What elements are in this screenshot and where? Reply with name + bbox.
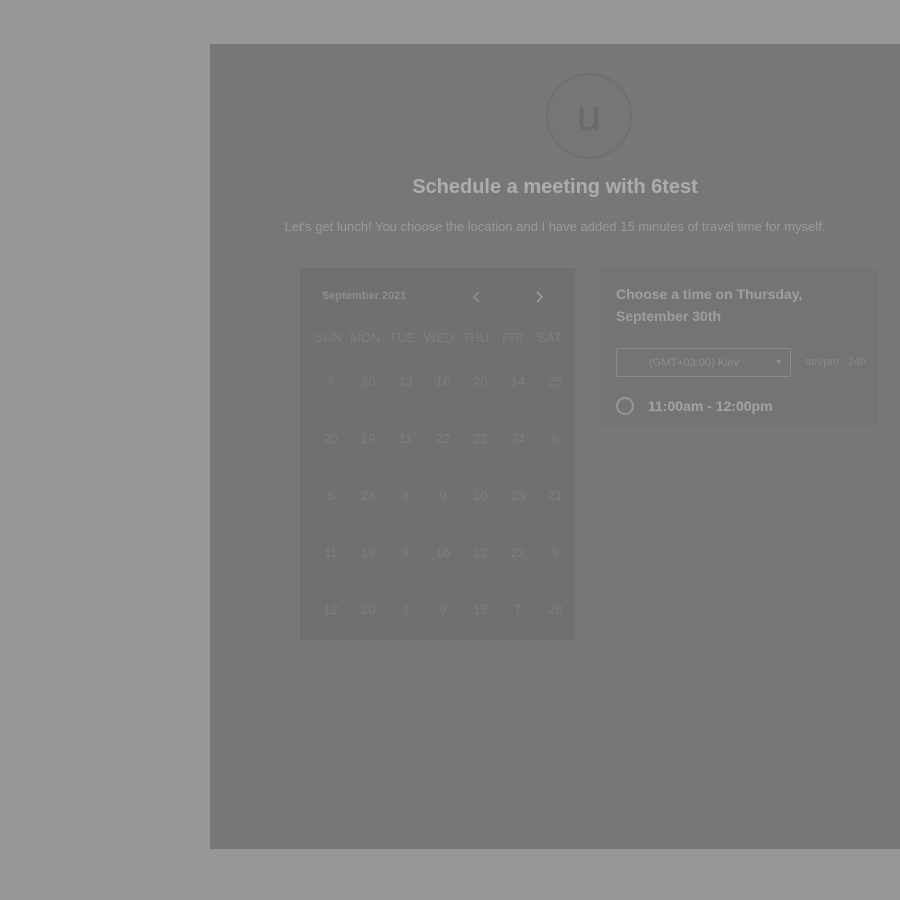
chevron-right-icon <box>536 291 544 303</box>
page-title: Schedule a meeting with 6test <box>412 176 698 198</box>
scheduling-panel: u Schedule a meeting with 6test Let's ge… <box>210 44 900 849</box>
page-description: Let's get lunch! You choose the location… <box>284 219 826 234</box>
calendar-day[interactable]: 22 <box>424 410 461 467</box>
calendar-day[interactable]: 15 <box>462 581 499 638</box>
radio-icon[interactable] <box>616 397 634 415</box>
weekday-label: TUE <box>389 330 416 345</box>
weekday-label: MON <box>350 330 381 345</box>
format-12h-option[interactable]: am/pm <box>805 356 839 368</box>
time-format-toggle: am/pm 24h <box>805 356 866 368</box>
calendar-day[interactable]: 16 <box>424 524 461 581</box>
calendar-day[interactable]: 20 <box>349 581 386 638</box>
calendar-day[interactable]: 19 <box>349 410 386 467</box>
weekday-label: FRI <box>502 330 524 345</box>
timezone-value: (GMT+03:00) Kiev <box>649 356 740 369</box>
weekday-label: WED <box>423 330 455 345</box>
calendar-day[interactable]: 9 <box>424 467 461 524</box>
calendar-day[interactable]: 22 <box>462 410 499 467</box>
calendar-day[interactable]: 9 <box>387 524 424 581</box>
calendar-day[interactable]: 6 <box>537 410 574 467</box>
calendar-day[interactable]: 24 <box>349 467 386 524</box>
weekday-label: SUN <box>314 330 343 345</box>
calendar-day[interactable]: 19 <box>349 524 386 581</box>
time-slot-label: 11:00am - 12:00pm <box>648 398 773 414</box>
calendar-day[interactable]: 25 <box>537 353 574 410</box>
calendar-day[interactable]: 22 <box>499 524 536 581</box>
next-month-button[interactable] <box>528 286 550 308</box>
chevron-left-icon <box>472 291 480 303</box>
weekday-label: SAT <box>537 330 562 345</box>
day-grid: 7 20 13 16 20 14 25 20 19 11 22 22 24 6 … <box>312 353 574 638</box>
calendar-day[interactable]: 20 <box>462 353 499 410</box>
calendar-day[interactable]: 10 <box>462 467 499 524</box>
calendar-day[interactable]: 11 <box>312 524 349 581</box>
month-label: September 2021 <box>322 290 407 302</box>
calendar-day[interactable]: 20 <box>349 353 386 410</box>
calendar-day[interactable]: 24 <box>499 410 536 467</box>
timezone-select[interactable]: (GMT+03:00) Kiev <box>616 348 791 377</box>
weekday-header: SUN MON TUE WED THU FRI SAT <box>310 330 568 346</box>
calendar-day[interactable]: 9 <box>537 524 574 581</box>
time-heading: Choose a time on Thursday, September 30t… <box>616 286 803 324</box>
weekday-label: THU <box>462 330 490 345</box>
calendar-day[interactable]: 16 <box>424 353 461 410</box>
calendar-day[interactable]: 8 <box>387 467 424 524</box>
calendar-header: September 2021 <box>300 268 575 308</box>
caret-down-icon <box>776 360 782 364</box>
calendar-day[interactable]: 20 <box>312 410 349 467</box>
calendar-day[interactable]: 21 <box>537 467 574 524</box>
calendar-day[interactable]: 11 <box>387 410 424 467</box>
calendar-day[interactable]: 9 <box>424 581 461 638</box>
format-24h-option[interactable]: 24h <box>848 356 866 368</box>
calendar-day[interactable]: 12 <box>462 524 499 581</box>
calendar-day[interactable]: 7 <box>499 581 536 638</box>
time-slot[interactable]: 11:00am - 12:00pm <box>616 395 866 417</box>
calendar-day[interactable]: 23 <box>499 467 536 524</box>
avatar: u <box>546 73 632 159</box>
calendar-day[interactable]: 28 <box>537 581 574 638</box>
calendar-day[interactable]: 5 <box>312 467 349 524</box>
calendar-day[interactable]: 14 <box>499 353 536 410</box>
calendar-day[interactable]: 12 <box>312 581 349 638</box>
calendar-day[interactable]: 13 <box>387 353 424 410</box>
calendar: September 2021 SUN MON TUE WED THU FRI S… <box>300 268 575 640</box>
calendar-day[interactable]: 7 <box>312 353 349 410</box>
avatar-initial: u <box>576 91 602 140</box>
time-selection-panel: Choose a time on Thursday, September 30t… <box>601 268 878 426</box>
calendar-day[interactable]: 3 <box>387 581 424 638</box>
prev-month-button[interactable] <box>466 286 488 308</box>
